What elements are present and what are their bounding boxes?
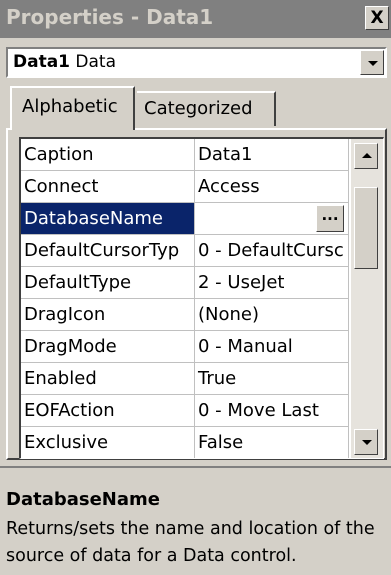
property-value[interactable]: 0 - Manual xyxy=(195,331,349,363)
property-name[interactable]: DragIcon xyxy=(21,299,195,331)
property-value[interactable]: 0 - DefaultCursc xyxy=(195,235,349,267)
property-name-text: DatabaseName xyxy=(24,208,163,229)
object-selector[interactable]: Data1 Data xyxy=(6,47,387,78)
property-name-text: DragMode xyxy=(24,336,117,357)
property-name-text: Connect xyxy=(24,176,99,197)
property-name[interactable]: DefaultCursorTyp xyxy=(21,235,195,267)
property-value-text: 2 - UseJet xyxy=(198,272,285,293)
tab-alphabetic[interactable]: Alphabetic xyxy=(10,86,135,130)
property-value-text: Access xyxy=(198,176,260,197)
property-row-exclusive[interactable]: Exclusive False xyxy=(21,427,349,458)
property-row-enabled[interactable]: Enabled True xyxy=(21,363,349,395)
property-value-text: 0 - Move Last xyxy=(198,400,319,421)
property-value-text: True xyxy=(198,368,237,389)
property-row-eofaction[interactable]: EOFAction 0 - Move Last xyxy=(21,395,349,427)
property-value[interactable]: (None) xyxy=(195,299,349,331)
arrow-down-icon xyxy=(362,440,372,445)
property-row-defaultcursortype[interactable]: DefaultCursorTyp 0 - DefaultCursc xyxy=(21,235,349,267)
scroll-down-button[interactable] xyxy=(354,429,378,455)
tab-alphabetic-label: Alphabetic xyxy=(22,96,118,117)
property-row-dragicon[interactable]: DragIcon (None) xyxy=(21,299,349,331)
property-name-text: DragIcon xyxy=(24,304,106,325)
property-value-text: 0 - DefaultCursc xyxy=(198,240,344,261)
property-row-dragmode[interactable]: DragMode 0 - Manual xyxy=(21,331,349,363)
description-title: DatabaseName xyxy=(6,489,160,510)
description-text: Returns/sets the name and location of th… xyxy=(6,519,375,566)
description-pane: DatabaseName Returns/sets the name and l… xyxy=(0,466,391,575)
property-name-text: DefaultCursorTyp xyxy=(24,240,180,261)
property-row-caption[interactable]: Caption Data1 xyxy=(21,139,349,171)
property-value-text: 0 - Manual xyxy=(198,336,293,357)
property-value[interactable]: Access xyxy=(195,171,349,203)
property-value[interactable]: Data1 xyxy=(195,139,349,171)
property-row-connect[interactable]: Connect Access xyxy=(21,171,349,203)
object-selector-value: Data1 Data xyxy=(13,52,116,72)
arrow-up-icon xyxy=(362,153,372,158)
property-name[interactable]: DragMode xyxy=(21,331,195,363)
property-value[interactable]: True xyxy=(195,363,349,395)
tab-categorized[interactable]: Categorized xyxy=(137,91,276,126)
property-value-text: Data1 xyxy=(198,144,253,165)
scroll-thumb[interactable] xyxy=(354,187,378,269)
property-value-text: (None) xyxy=(198,304,260,325)
title-bar[interactable]: Properties - Data1 X xyxy=(0,0,391,38)
property-name[interactable]: DefaultType xyxy=(21,267,195,299)
property-row-defaulttype[interactable]: DefaultType 2 - UseJet xyxy=(21,267,349,299)
property-value[interactable]: False xyxy=(195,427,349,458)
object-type: Data xyxy=(75,52,117,72)
property-name-text: Exclusive xyxy=(24,432,109,453)
property-name-text: EOFAction xyxy=(24,400,115,421)
property-name-text: DefaultType xyxy=(24,272,132,293)
property-name[interactable]: Caption xyxy=(21,139,195,171)
property-value[interactable]: ... xyxy=(195,203,349,235)
object-name: Data1 xyxy=(13,52,71,72)
property-name[interactable]: Exclusive xyxy=(21,427,195,458)
property-name[interactable]: EOFAction xyxy=(21,395,195,427)
property-name-text: Enabled xyxy=(24,368,97,389)
scroll-up-button[interactable] xyxy=(354,143,378,169)
property-name-text: Caption xyxy=(24,144,94,165)
property-name[interactable]: DatabaseName xyxy=(21,203,195,235)
property-row-databasename[interactable]: DatabaseName ... xyxy=(21,203,349,235)
object-selector-dropdown-button[interactable] xyxy=(360,50,384,75)
property-value-text: False xyxy=(198,432,244,453)
property-value[interactable]: 0 - Move Last xyxy=(195,395,349,427)
vertical-scrollbar[interactable] xyxy=(351,139,383,458)
chevron-down-icon xyxy=(368,61,378,66)
close-button[interactable]: X xyxy=(365,6,389,30)
property-name[interactable]: Connect xyxy=(21,171,195,203)
property-name[interactable]: Enabled xyxy=(21,363,195,395)
window-title: Properties - Data1 xyxy=(6,5,214,29)
ellipsis-button[interactable]: ... xyxy=(316,205,344,232)
tab-categorized-label: Categorized xyxy=(144,98,253,119)
property-value[interactable]: 2 - UseJet xyxy=(195,267,349,299)
property-grid[interactable]: Caption Data1 Connect Access DatabaseNam… xyxy=(19,137,384,459)
